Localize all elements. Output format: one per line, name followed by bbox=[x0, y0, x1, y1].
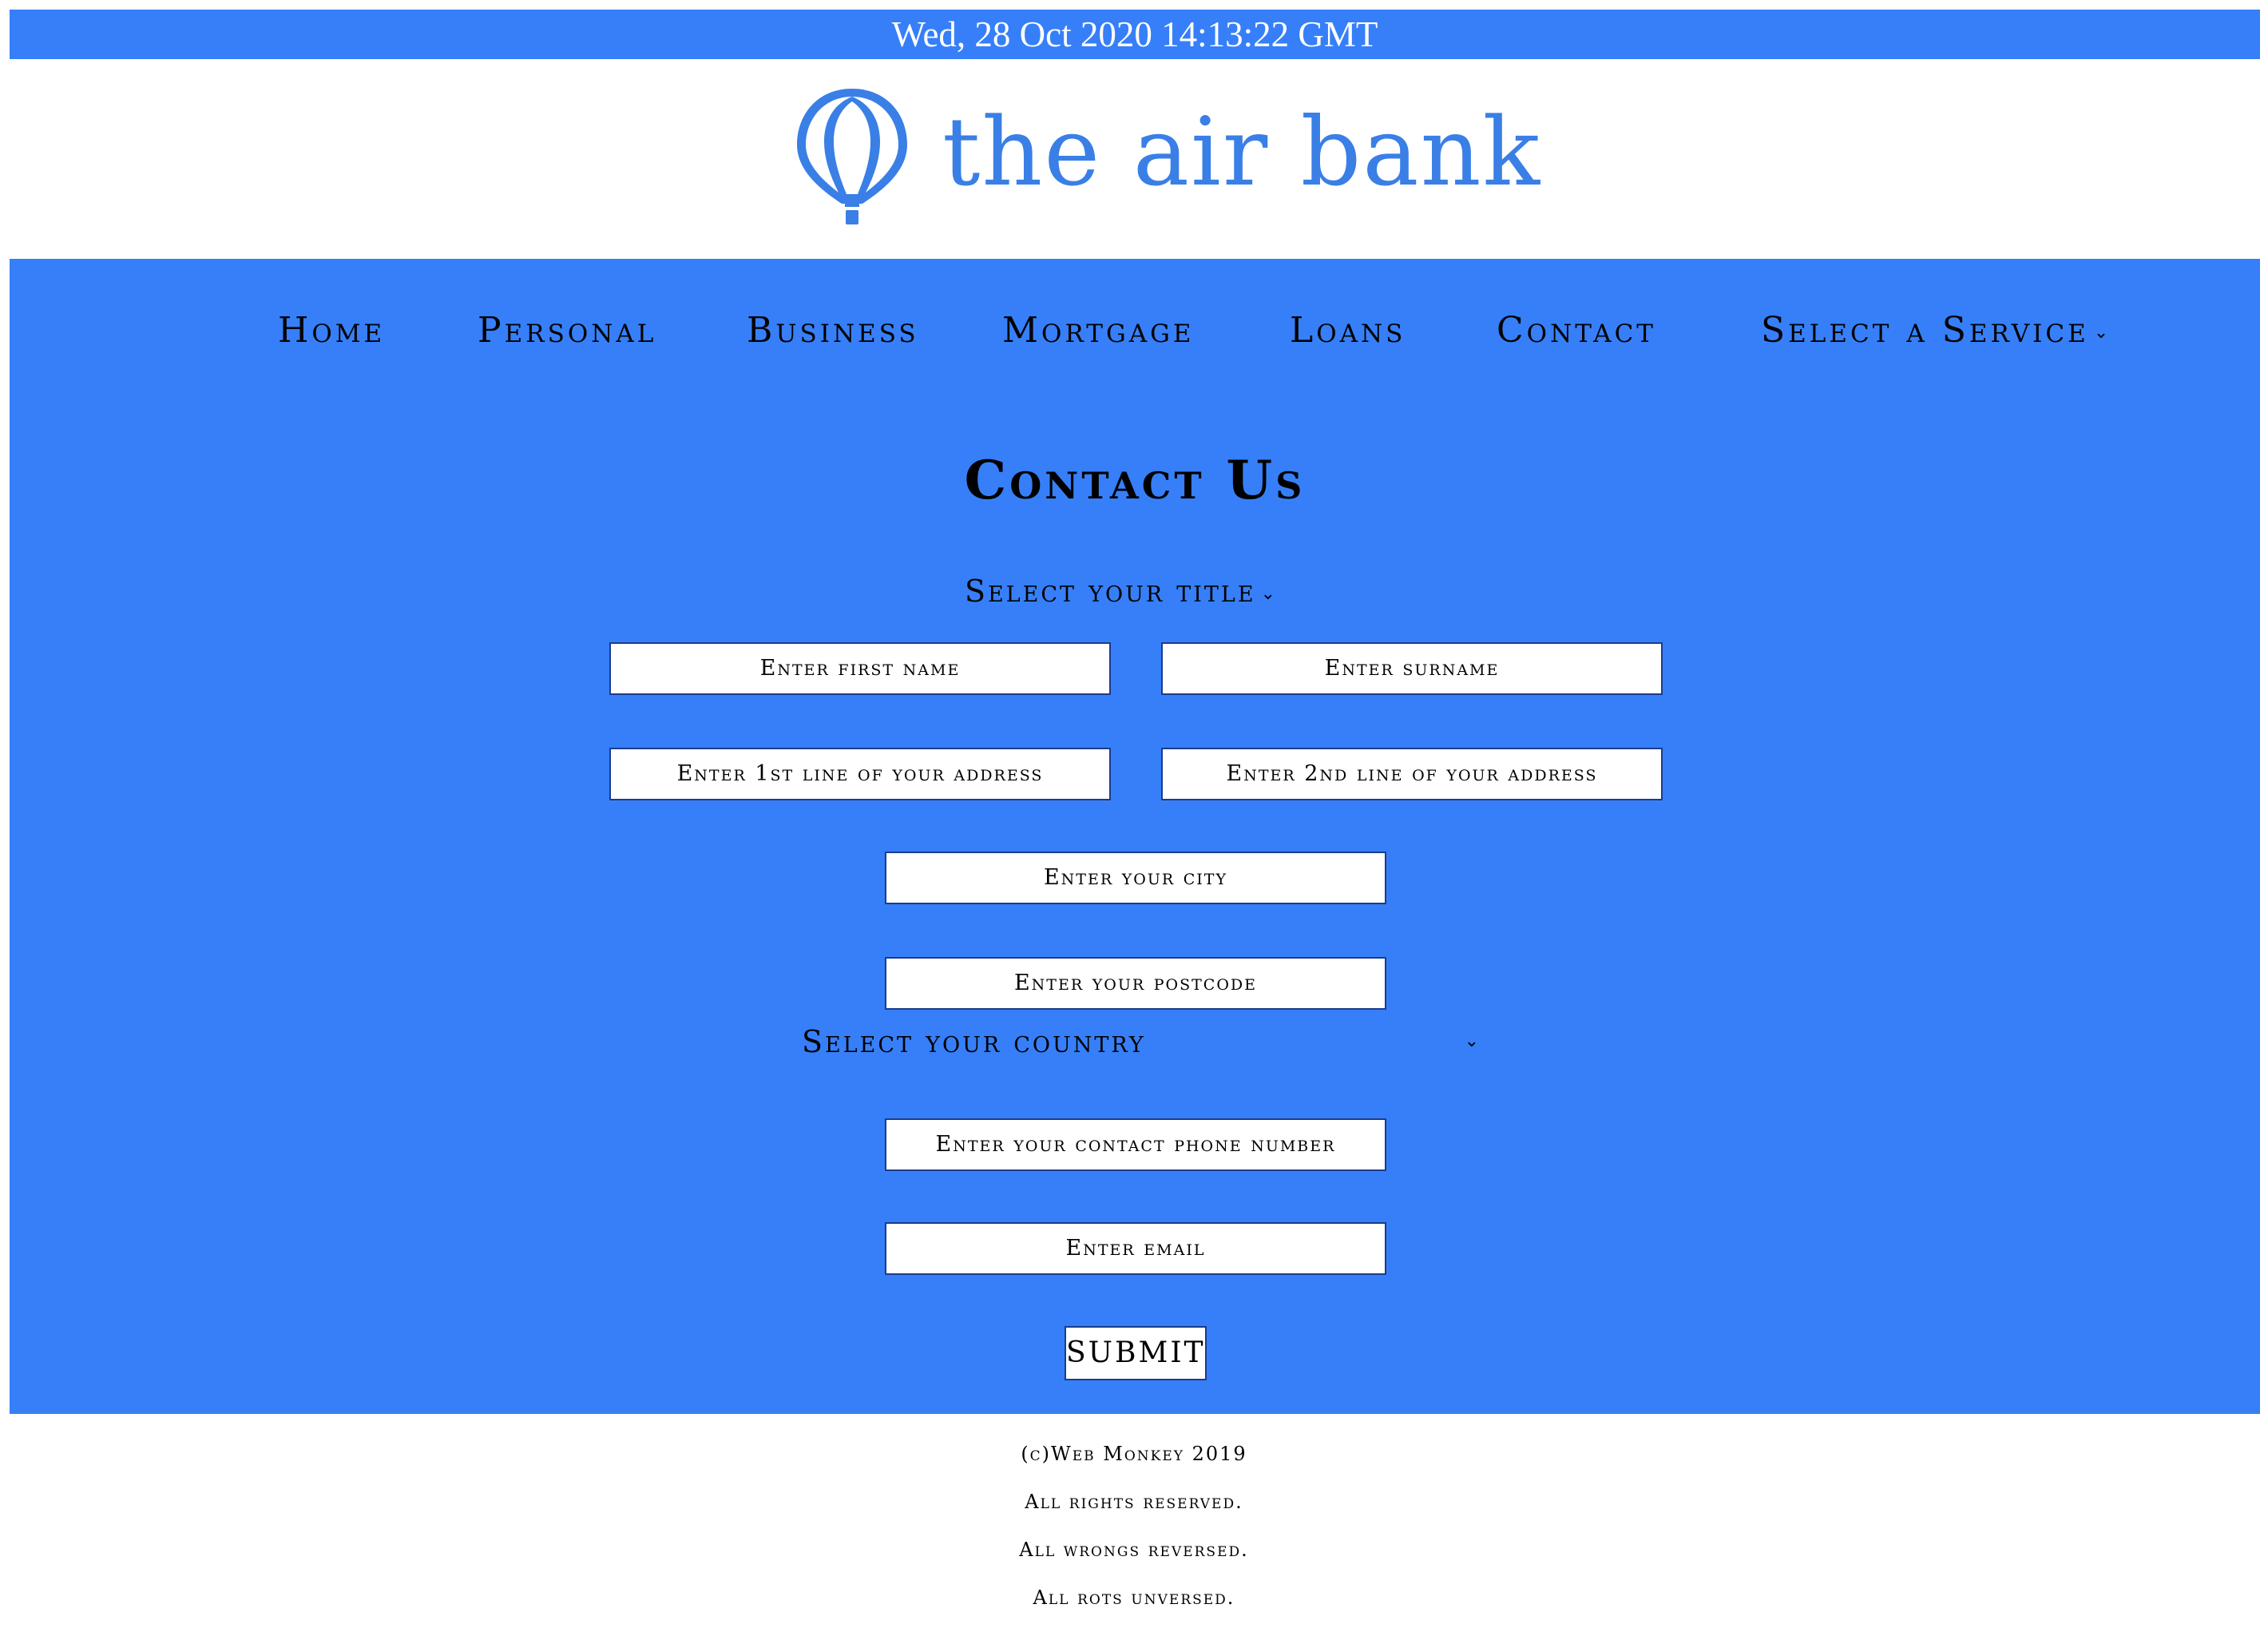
site-logo[interactable]: the air bank bbox=[792, 84, 1540, 232]
page-title: Contact Us bbox=[964, 449, 1306, 511]
country-select-label: Select your country bbox=[802, 1024, 1146, 1059]
date-banner: Wed, 28 Oct 2020 14:13:22 GMT bbox=[10, 10, 2260, 59]
page: Wed, 28 Oct 2020 14:13:22 GMT the air ba… bbox=[0, 0, 2268, 1636]
email-field[interactable]: Enter email bbox=[885, 1222, 1386, 1275]
main-panel: Home Personal Business Mortgage Loans Co… bbox=[10, 259, 2260, 1414]
surname-field[interactable]: Enter surname bbox=[1161, 642, 1663, 695]
service-select-label: Select a Service bbox=[1761, 310, 2089, 351]
nav-personal[interactable]: Personal bbox=[478, 299, 656, 363]
chevron-down-icon: ⌄ bbox=[1464, 1031, 1479, 1051]
chevron-down-icon: ⌄ bbox=[1260, 583, 1276, 604]
nav-contact[interactable]: Contact bbox=[1497, 299, 1656, 363]
footer: (c)Web Monkey 2019 All rights reserved. … bbox=[0, 1430, 2268, 1622]
footer-copyright: (c)Web Monkey 2019 bbox=[1021, 1443, 1247, 1465]
nav-mortgage[interactable]: Mortgage bbox=[1002, 299, 1194, 363]
hot-air-balloon-icon bbox=[792, 84, 912, 228]
footer-line: All wrongs reversed. bbox=[1019, 1539, 1249, 1561]
main-navigation: Home Personal Business Mortgage Loans Co… bbox=[10, 299, 2260, 363]
footer-line: All rots unversed. bbox=[1033, 1586, 1235, 1609]
first-name-field[interactable]: Enter first name bbox=[609, 642, 1111, 695]
postcode-field[interactable]: Enter your postcode bbox=[885, 957, 1386, 1010]
title-select[interactable]: Select your title ⌄ bbox=[965, 567, 1275, 618]
logo-text: the air bank bbox=[942, 97, 1542, 207]
chevron-down-icon: ⌄ bbox=[2093, 322, 2109, 343]
nav-business[interactable]: Business bbox=[747, 299, 919, 363]
city-field[interactable]: Enter your city bbox=[885, 852, 1386, 904]
address-line-2-field[interactable]: Enter 2nd line of your address bbox=[1161, 748, 1663, 800]
title-select-label: Select your title bbox=[965, 574, 1256, 609]
address-line-1-field[interactable]: Enter 1st line of your address bbox=[609, 748, 1111, 800]
nav-loans[interactable]: Loans bbox=[1290, 299, 1406, 363]
nav-home[interactable]: Home bbox=[278, 299, 385, 363]
submit-button[interactable]: SUBMIT bbox=[1065, 1326, 1207, 1380]
service-select[interactable]: Select a Service ⌄ bbox=[1761, 299, 2108, 365]
country-select[interactable]: Select your country ⌄ bbox=[802, 1018, 1479, 1066]
footer-line: All rights reserved. bbox=[1025, 1491, 1243, 1513]
phone-field[interactable]: Enter your contact phone number bbox=[885, 1118, 1386, 1171]
